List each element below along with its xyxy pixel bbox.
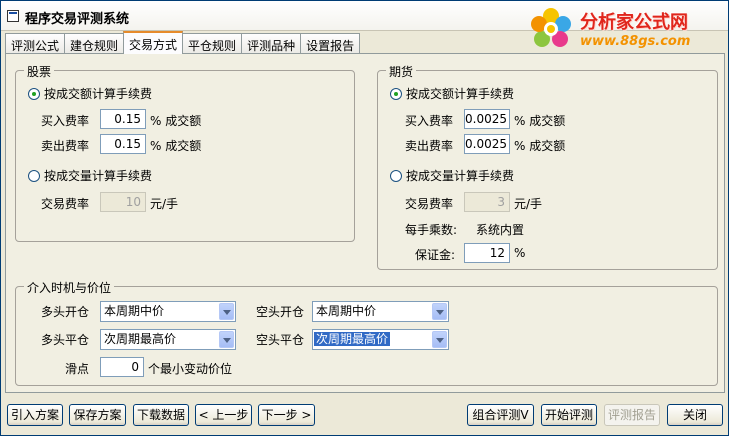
- tab-strip: 评测公式 建仓规则 交易方式 平仓规则 评测品种 设置报告: [5, 31, 361, 54]
- futures-by-amount-radio[interactable]: 按成交额计算手续费: [390, 85, 514, 102]
- stocks-buy-rate-input[interactable]: 0.15: [100, 109, 146, 129]
- long-close-select[interactable]: 次周期最高价: [100, 329, 236, 350]
- long-close-value: 次周期最高价: [104, 332, 177, 346]
- tab-formula[interactable]: 评测公式: [5, 33, 66, 53]
- stocks-by-amount-radio[interactable]: 按成交额计算手续费: [28, 85, 152, 102]
- stocks-trade-rate-input[interactable]: 10: [100, 192, 146, 212]
- logo-brand-text: 分析家公式网: [580, 12, 688, 33]
- stocks-buy-label: 买入费率: [41, 114, 90, 128]
- stocks-trade-unit: 元/手: [150, 197, 179, 211]
- chevron-down-icon[interactable]: [219, 303, 234, 320]
- futures-multiplier-value: 系统内置: [476, 223, 525, 237]
- futures-sell-unit: % 成交额: [514, 139, 566, 153]
- stocks-sell-rate-input[interactable]: 0.15: [100, 134, 146, 154]
- futures-buy-label: 买入费率: [405, 114, 454, 128]
- timing-legend: 介入时机与价位: [24, 279, 115, 296]
- futures-by-volume-label: 按成交量计算手续费: [406, 169, 515, 183]
- chevron-down-icon[interactable]: [219, 331, 234, 348]
- close-button[interactable]: 关闭: [667, 404, 723, 426]
- slippage-label: 滑点: [65, 362, 90, 376]
- prev-step-button[interactable]: < 上一步: [195, 404, 252, 426]
- start-test-button[interactable]: 开始评测: [541, 404, 597, 426]
- short-open-label: 空头开仓: [256, 305, 305, 319]
- stocks-by-amount-label: 按成交额计算手续费: [44, 87, 153, 101]
- futures-by-volume-radio[interactable]: 按成交量计算手续费: [390, 167, 514, 184]
- futures-trade-rate-input[interactable]: 3: [464, 192, 510, 212]
- main-window: 程序交易评测系统 分析家公式网 www.88gs.com 评测公式 建仓规则 交…: [0, 0, 729, 436]
- brand-logo: 分析家公式网 www.88gs.com: [526, 4, 724, 56]
- tab-page-trade-method: 股票 按成交额计算手续费 买入费率 0.15 % 成交额 卖出费率 0.15 %…: [5, 53, 725, 393]
- stocks-sell-unit: % 成交额: [150, 139, 202, 153]
- short-open-value: 本周期中价: [316, 304, 377, 318]
- tab-report-settings[interactable]: 设置报告: [300, 33, 361, 53]
- slippage-unit: 个最小变动价位: [148, 362, 233, 376]
- chevron-down-icon[interactable]: [432, 331, 447, 348]
- stocks-group: 股票 按成交额计算手续费 买入费率 0.15 % 成交额 卖出费率 0.15 %…: [15, 63, 355, 242]
- flower-logo-icon: [531, 8, 571, 47]
- radio-unchecked-icon: [28, 170, 40, 182]
- futures-buy-rate-input[interactable]: 0.0025: [464, 109, 510, 129]
- import-scheme-button[interactable]: 引入方案: [7, 404, 63, 426]
- app-icon: [7, 10, 19, 22]
- test-report-button[interactable]: 评测报告: [604, 404, 660, 426]
- stocks-buy-unit: % 成交额: [150, 114, 202, 128]
- futures-margin-label: 保证金:: [415, 248, 456, 262]
- tab-instruments[interactable]: 评测品种: [241, 33, 302, 53]
- futures-group: 期货 按成交额计算手续费 买入费率 0.0025 % 成交额 卖出费率 0.00…: [377, 63, 718, 270]
- futures-trade-label: 交易费率: [405, 197, 454, 211]
- short-close-select[interactable]: 次周期最高价: [312, 329, 449, 350]
- futures-sell-rate-input[interactable]: 0.0025: [464, 134, 510, 154]
- stocks-sell-label: 卖出费率: [41, 139, 90, 153]
- stocks-legend: 股票: [24, 63, 55, 80]
- stocks-by-volume-label: 按成交量计算手续费: [44, 169, 153, 183]
- chevron-down-icon[interactable]: [432, 303, 447, 320]
- long-open-value: 本周期中价: [104, 304, 165, 318]
- window-title: 程序交易评测系统: [25, 12, 130, 27]
- tab-open-rules[interactable]: 建仓规则: [64, 33, 125, 53]
- stocks-by-volume-radio[interactable]: 按成交量计算手续费: [28, 167, 152, 184]
- combo-test-button[interactable]: 组合评测V: [467, 404, 534, 426]
- tab-close-rules[interactable]: 平仓规则: [182, 33, 243, 53]
- futures-sell-label: 卖出费率: [405, 139, 454, 153]
- short-open-select[interactable]: 本周期中价: [312, 301, 449, 322]
- futures-by-amount-label: 按成交额计算手续费: [406, 87, 515, 101]
- tab-trade-method[interactable]: 交易方式: [123, 31, 184, 54]
- long-close-label: 多头平仓: [41, 333, 90, 347]
- short-close-label: 空头平仓: [256, 333, 305, 347]
- futures-buy-unit: % 成交额: [514, 114, 566, 128]
- futures-margin-unit: %: [514, 246, 526, 260]
- logo-url-text: www.88gs.com: [580, 34, 691, 49]
- futures-margin-input[interactable]: 12: [464, 243, 510, 263]
- save-scheme-button[interactable]: 保存方案: [69, 404, 126, 426]
- short-close-value: 次周期最高价: [314, 332, 391, 346]
- slippage-input[interactable]: 0: [100, 357, 144, 377]
- futures-trade-unit: 元/手: [514, 197, 543, 211]
- next-step-button[interactable]: 下一步 >: [258, 404, 315, 426]
- futures-multiplier-label: 每手乘数:: [405, 223, 458, 237]
- long-open-select[interactable]: 本周期中价: [100, 301, 236, 322]
- futures-legend: 期货: [386, 63, 417, 80]
- radio-unchecked-icon: [390, 170, 402, 182]
- radio-checked-icon: [28, 88, 40, 100]
- download-data-button[interactable]: 下载数据: [133, 404, 189, 426]
- timing-group: 介入时机与价位 多头开仓 本周期中价 空头开仓 本周期中价 多头平仓 次周期最高…: [15, 279, 718, 386]
- stocks-trade-label: 交易费率: [41, 197, 90, 211]
- radio-checked-icon: [390, 88, 402, 100]
- long-open-label: 多头开仓: [41, 305, 90, 319]
